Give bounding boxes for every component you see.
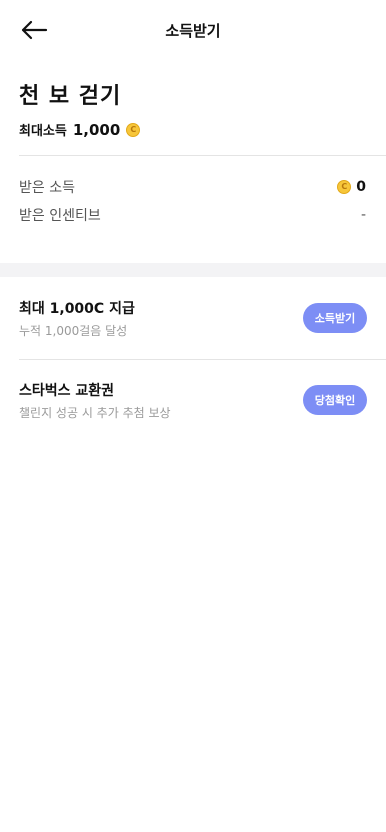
- challenge-summary: 천 보 걷기 최대소득 1,000 C: [19, 78, 141, 139]
- reward-subtitle: 누적 1,000걸음 달성: [19, 323, 128, 338]
- received-income-label: 받은 소득: [19, 180, 75, 196]
- section-separator: [0, 263, 386, 277]
- header-title: 소득받기: [165, 22, 221, 40]
- max-income-value: 1,000: [72, 120, 121, 139]
- received-incentive-value: -: [360, 207, 366, 223]
- reward-item: 최대 1,000C 지급 누적 1,000걸음 달성 소득받기: [19, 295, 367, 341]
- divider: [19, 155, 386, 156]
- check-win-button[interactable]: 당첨확인: [303, 385, 367, 415]
- received-income-row: 받은 소득 C 0: [19, 176, 366, 198]
- reward-title: 최대 1,000C 지급: [19, 300, 135, 317]
- received-income-value: 0: [356, 179, 366, 195]
- max-income-row: 최대소득 1,000 C: [19, 120, 141, 139]
- page-title: 천 보 걷기: [19, 84, 122, 109]
- coin-icon: C: [126, 122, 141, 137]
- reward-subtitle: 챌린지 성공 시 추가 추첨 보상: [19, 405, 171, 420]
- top-bar: 소득받기: [0, 0, 386, 60]
- coin-icon: C: [337, 180, 352, 194]
- received-incentive-label: 받은 인센티브: [19, 208, 101, 224]
- received-incentive-row: 받은 인센티브 -: [19, 204, 366, 226]
- divider: [19, 359, 386, 360]
- reward-title: 스타벅스 교환권: [19, 382, 115, 399]
- claim-income-button[interactable]: 소득받기: [303, 303, 367, 333]
- reward-item: 스타벅스 교환권 챌린지 성공 시 추가 추첨 보상 당첨확인: [19, 377, 367, 423]
- max-income-label: 최대소득: [19, 124, 67, 139]
